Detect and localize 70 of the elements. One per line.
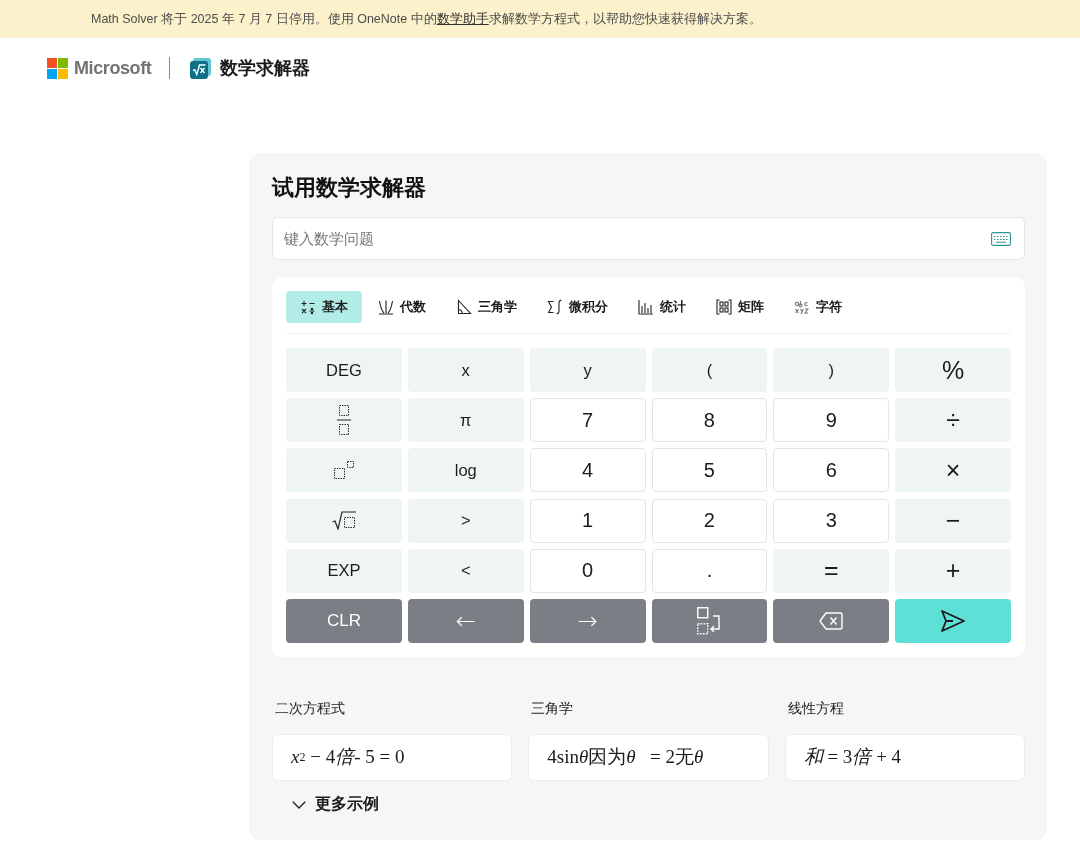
- four-squares-logo-icon: [47, 57, 68, 79]
- triangle-icon: [456, 299, 472, 315]
- keyboard-icon[interactable]: [991, 231, 1011, 246]
- keypad-key[interactable]: .: [651, 548, 768, 593]
- example-equation[interactable]: 和 = 3倍 + 4: [784, 733, 1025, 781]
- keypad-key[interactable]: 0: [529, 548, 646, 593]
- curve-lines-icon: [378, 299, 394, 315]
- keypad-key[interactable]: ×: [895, 448, 1011, 493]
- keypad-key[interactable]: 9: [773, 398, 890, 443]
- keypad-key[interactable]: +: [895, 548, 1011, 593]
- keypad-key[interactable]: 5: [651, 448, 768, 493]
- keypad-key[interactable]: ←: [407, 598, 524, 643]
- swap-icon: [697, 606, 722, 635]
- keypad-key[interactable]: %: [895, 348, 1011, 392]
- keypad-tab[interactable]: 代数: [364, 291, 440, 323]
- swap-key[interactable]: [651, 598, 768, 643]
- math-assistant-link[interactable]: 数学助手: [436, 11, 489, 26]
- keypad-key[interactable]: log: [407, 448, 524, 493]
- backspace-icon: [819, 611, 844, 630]
- square-root-logo-icon: [190, 57, 212, 79]
- square-root-icon: [331, 511, 356, 531]
- keypad-key[interactable]: DEG: [286, 348, 402, 392]
- notice-text: Math Solver 将于 2025 年 7 月 7 日停用。使用 OneNote 中的数学助手求解数学方程式，以帮助您快速获得解决方案。: [91, 10, 762, 28]
- keypad-key[interactable]: −: [895, 498, 1011, 543]
- example-category: 线性方程: [786, 698, 845, 718]
- example-equation[interactable]: 4sinθ因为θ = 2无θ: [528, 733, 769, 781]
- brand-name: Microsoft: [74, 57, 152, 79]
- keypad-key[interactable]: (: [651, 348, 768, 392]
- keypad-key[interactable]: ÷: [895, 398, 1011, 443]
- bar-chart-icon: [638, 299, 654, 315]
- fraction-icon: [336, 405, 351, 436]
- keypad-key[interactable]: CLR: [286, 598, 402, 643]
- backspace-key[interactable]: [773, 598, 890, 643]
- keypad-key[interactable]: 7: [529, 398, 646, 443]
- keypad-key[interactable]: ): [773, 348, 890, 392]
- example-category: 二次方程式: [274, 698, 346, 718]
- example-category: 三角学: [530, 698, 575, 718]
- keypad-key[interactable]: 6: [773, 448, 890, 493]
- keypad-tab[interactable]: 微积分: [533, 291, 622, 323]
- chevron-down-icon: [292, 800, 306, 809]
- keypad-key[interactable]: <: [407, 548, 524, 593]
- keypad-tab[interactable]: 统计: [624, 291, 700, 323]
- keypad-tab[interactable]: 三角学: [442, 291, 531, 323]
- math-input-field[interactable]: 键入数学问题: [272, 217, 1025, 260]
- keypad-key[interactable]: >: [407, 498, 524, 543]
- keypad-key[interactable]: EXP: [286, 548, 402, 593]
- root-key[interactable]: [286, 498, 402, 543]
- keypad-key[interactable]: =: [773, 548, 890, 593]
- keypad-key[interactable]: 4: [529, 448, 646, 493]
- exponent-icon: [333, 461, 354, 480]
- keypad-key[interactable]: x: [407, 348, 524, 392]
- submit-key[interactable]: [895, 598, 1011, 643]
- keypad-key[interactable]: y: [529, 348, 646, 392]
- keypad-key[interactable]: 8: [651, 398, 768, 443]
- keypad-key[interactable]: →: [529, 598, 646, 643]
- matrix-icon: [716, 299, 732, 315]
- send-icon: [941, 609, 966, 632]
- keypad-key[interactable]: 1: [529, 498, 646, 543]
- keypad-key[interactable]: π: [407, 398, 524, 443]
- letters-icon: [794, 299, 810, 315]
- keypad-tab[interactable]: 基本: [286, 291, 362, 323]
- app-name: 数学求解器: [220, 57, 311, 80]
- keypad-tab[interactable]: 字符: [780, 291, 856, 323]
- sigma-integral-icon: [547, 299, 563, 315]
- more-examples-button[interactable]: 更多示例: [288, 790, 383, 819]
- solver-title: 试用数学求解器: [272, 174, 427, 202]
- keypad-tab[interactable]: 矩阵: [702, 291, 778, 323]
- operators-icon: [300, 299, 316, 315]
- keypad-key[interactable]: 3: [773, 498, 890, 543]
- keypad-key[interactable]: 2: [651, 498, 768, 543]
